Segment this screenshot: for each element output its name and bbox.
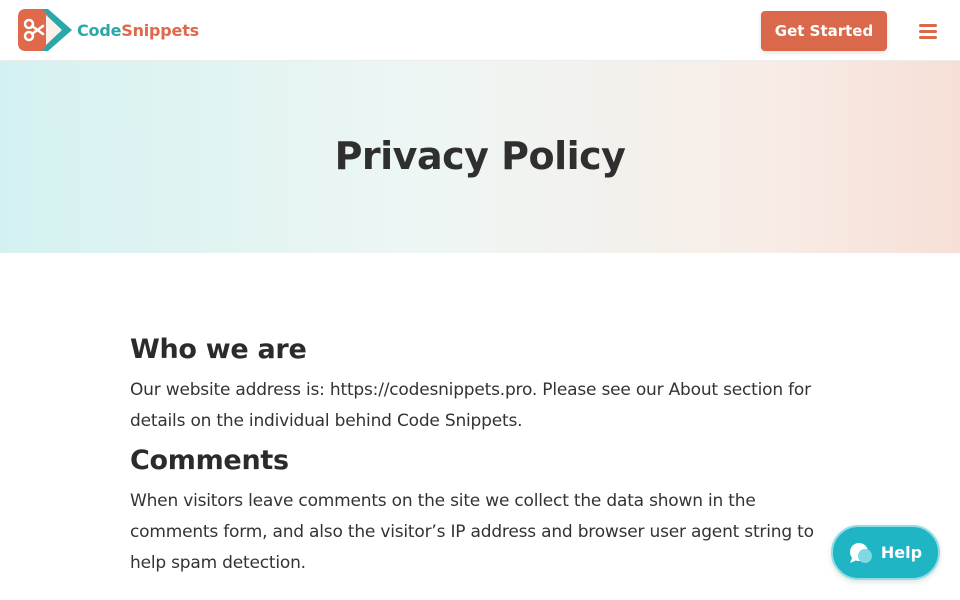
- menu-bar: [919, 29, 937, 33]
- menu-bar: [919, 23, 937, 27]
- section-body-who-we-are: Our website address is: https://codesnip…: [130, 380, 811, 431]
- section-heading-who-we-are: Who we are: [130, 334, 307, 365]
- site-header: CodeSnippets Get Started: [0, 0, 960, 61]
- hero-banner: Privacy Policy: [0, 61, 960, 253]
- hamburger-menu-icon[interactable]: [912, 18, 944, 44]
- page-title: Privacy Policy: [334, 134, 626, 178]
- section-body-comments: When visitors leave comments on the site…: [130, 491, 814, 573]
- menu-bar: [919, 35, 937, 39]
- code-snippets-logo-icon: [18, 9, 72, 51]
- section-heading-comments: Comments: [130, 445, 289, 476]
- help-label: Help: [880, 543, 923, 562]
- get-started-button[interactable]: Get Started: [761, 11, 887, 51]
- chat-bubble-icon: [849, 542, 872, 563]
- logo-text-code: Code: [77, 20, 122, 40]
- site-logo[interactable]: CodeSnippets: [16, 7, 199, 53]
- logo-text-snippets: Snippets: [121, 20, 199, 40]
- logo-wordmark: CodeSnippets: [77, 21, 199, 40]
- policy-content: Who we are Our website address is: https…: [130, 330, 820, 583]
- help-chat-button[interactable]: Help: [831, 525, 940, 580]
